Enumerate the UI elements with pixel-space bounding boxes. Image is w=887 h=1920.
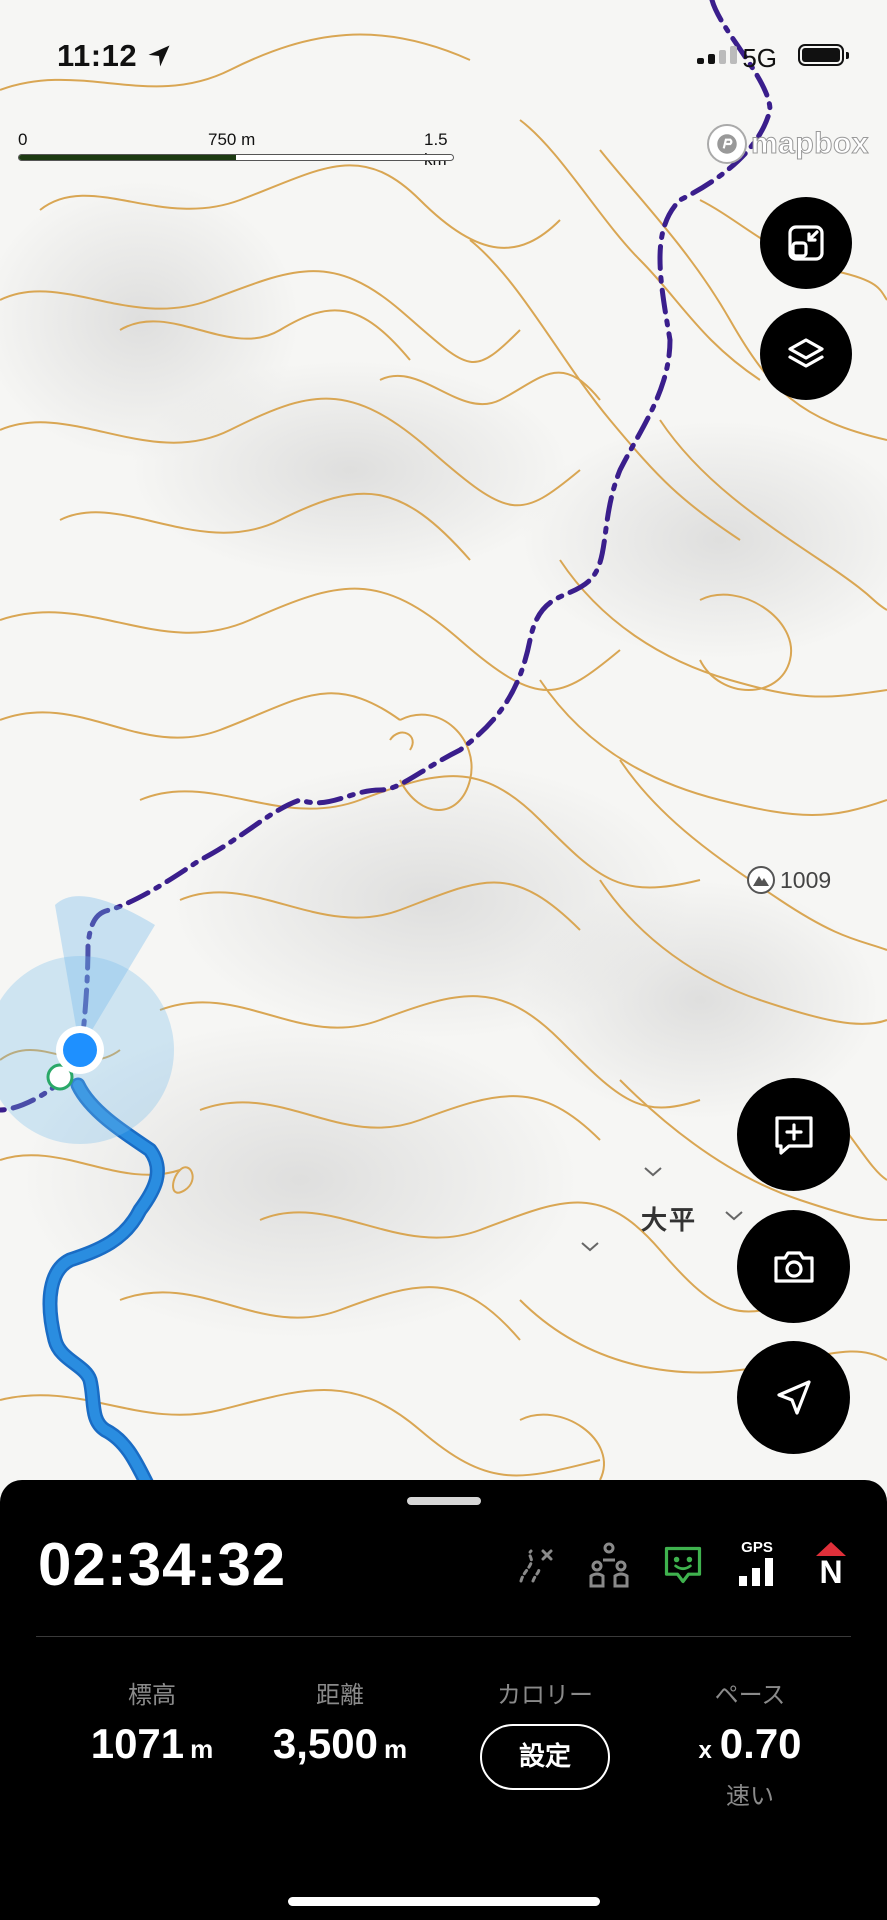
pace-value: 0.70 [719, 1720, 802, 1767]
elevation-stat: 標高 1071 m [62, 1675, 242, 1768]
elapsed-time: 02:34:32 [38, 1531, 287, 1598]
peak-label[interactable]: 1009 [745, 864, 831, 896]
support-chat-icon [664, 1546, 702, 1584]
camera-button[interactable] [737, 1210, 850, 1323]
gps-indicator: GPS [735, 1540, 779, 1590]
home-indicator[interactable] [288, 1897, 600, 1906]
fit-route-button[interactable] [760, 197, 852, 289]
battery-icon [798, 44, 849, 66]
distance-unit: m [383, 1734, 408, 1764]
mapbox-attribution[interactable]: mapbox [706, 124, 869, 164]
scale-mid-label: 750 m [208, 130, 256, 149]
place-name-label: 大平 [641, 1205, 698, 1235]
scale-end-label: 1.5 km [424, 130, 448, 169]
drag-handle[interactable] [407, 1497, 481, 1505]
layers-icon [788, 338, 824, 368]
route-off-icon [519, 1549, 553, 1583]
add-note-button[interactable] [737, 1078, 850, 1191]
gps-label: GPS [741, 1539, 773, 1556]
status-indicators: GPS N [513, 1540, 853, 1590]
calories-label: カロリー [497, 1682, 593, 1709]
calories-stat: カロリー 設定 [460, 1675, 630, 1790]
companions-indicator[interactable] [587, 1540, 631, 1590]
calories-settings-button[interactable]: 設定 [480, 1724, 610, 1790]
people-icon [589, 1542, 629, 1588]
scale-track [18, 154, 454, 161]
route-off-indicator[interactable] [513, 1540, 557, 1590]
elevation-value: 1071 [90, 1720, 185, 1767]
pace-note: 速い [726, 1783, 774, 1810]
compass-north-label: N [819, 1554, 843, 1590]
support-indicator[interactable] [661, 1540, 705, 1590]
cellular-signal-icon [697, 46, 737, 64]
peak-icon [747, 866, 775, 894]
locate-button[interactable] [737, 1341, 850, 1454]
status-bar: 11:12 5G [0, 0, 887, 110]
clock-time: 11:12 [57, 38, 138, 73]
gps-signal-icon [739, 1558, 773, 1586]
location-services-icon [148, 45, 170, 67]
distance-label: 距離 [316, 1682, 364, 1709]
scale-start-label: 0 [18, 130, 28, 149]
pace-label: ペース [714, 1682, 786, 1709]
pace-stat: ペース x 0.70 速い [660, 1675, 840, 1811]
elevation-label: 標高 [128, 1682, 176, 1709]
layers-button[interactable] [760, 308, 852, 400]
mapbox-logo-icon [706, 124, 747, 164]
pace-prefix: x [698, 1737, 712, 1764]
mapbox-wordmark: mapbox [750, 127, 869, 161]
navigation-arrow-icon [776, 1379, 811, 1415]
minimize-icon [788, 225, 824, 261]
panel-divider [36, 1636, 851, 1637]
peak-elevation: 1009 [780, 866, 832, 893]
compass-indicator[interactable]: N [809, 1540, 853, 1590]
map-scale-bar: 0 750 m 1.5 km [18, 126, 458, 169]
distance-stat: 距離 3,500 m [250, 1675, 430, 1768]
activity-panel[interactable]: 02:34:32 GPS N 標高 1071 m 距離 3,500 m カロリー… [0, 1480, 887, 1920]
note-plus-icon [774, 1115, 813, 1155]
elevation-unit: m [190, 1734, 214, 1764]
camera-icon [773, 1250, 814, 1283]
network-type: 5G [742, 43, 777, 73]
distance-value: 3,500 [272, 1720, 378, 1767]
clock: 11:12 [57, 38, 173, 74]
